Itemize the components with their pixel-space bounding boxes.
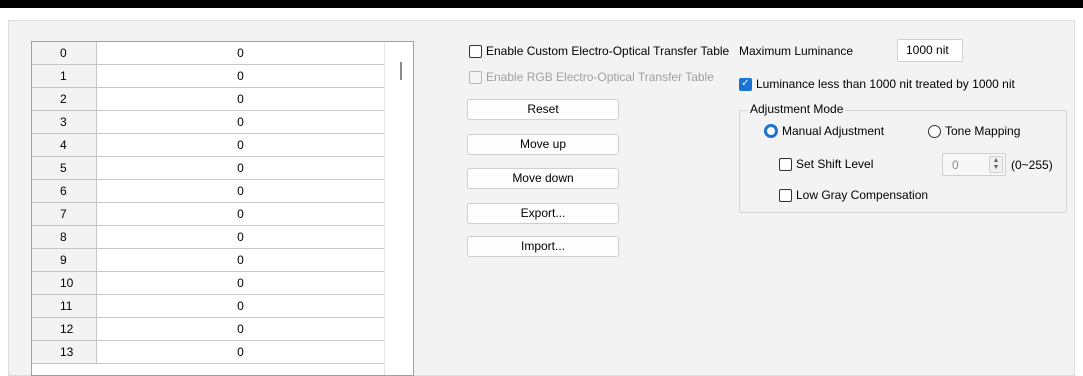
checkbox-box[interactable] — [779, 157, 792, 171]
row-value-cell[interactable]: 0 — [97, 88, 384, 110]
row-value-cell[interactable]: 0 — [97, 42, 384, 64]
row-index-cell: 13 — [32, 341, 97, 363]
luminance-treat-checkbox[interactable]: ✓ Luminance less than 1000 nit treated b… — [739, 77, 1015, 91]
row-value-cell[interactable]: 0 — [97, 249, 384, 271]
luminance-treat-label: Luminance less than 1000 nit treated by … — [756, 77, 1015, 91]
set-shift-level-label: Set Shift Level — [796, 157, 874, 171]
enable-custom-eotf-checkbox[interactable]: Enable Custom Electro-Optical Transfer T… — [469, 44, 729, 58]
tone-mapping-label: Tone Mapping — [945, 124, 1021, 138]
manual-adjustment-radio[interactable]: Manual Adjustment — [764, 124, 884, 138]
import-button[interactable]: Import... — [467, 236, 619, 257]
max-luminance-label: Maximum Luminance — [739, 44, 854, 58]
checkbox-box[interactable] — [779, 188, 792, 202]
set-shift-level-checkbox[interactable]: Set Shift Level — [779, 157, 873, 171]
row-value-cell[interactable]: 0 — [97, 272, 384, 294]
row-index-cell: 4 — [32, 134, 97, 156]
row-value-cell[interactable]: 0 — [97, 341, 384, 363]
row-index-cell: 7 — [32, 203, 97, 225]
row-index-cell: 3 — [32, 111, 97, 133]
export-button[interactable]: Export... — [467, 203, 619, 224]
manual-adjustment-label: Manual Adjustment — [782, 124, 885, 138]
row-value-cell[interactable]: 0 — [97, 203, 384, 225]
table-row[interactable]: 30 — [32, 111, 384, 134]
table-grid: 0 0 1 0 2 0 3 0 4 0 5 0 6 0 7 0 8 0 9 0 10 0 11 0 12 0 13 0 — [32, 42, 384, 364]
low-gray-compensation-label: Low Gray Compensation — [796, 188, 929, 202]
table-row[interactable]: 40 — [32, 134, 384, 157]
row-value-cell[interactable]: 0 — [97, 180, 384, 202]
low-gray-compensation-checkbox[interactable]: Low Gray Compensation — [779, 188, 928, 202]
row-index-cell: 6 — [32, 180, 97, 202]
table-row[interactable]: 90 — [32, 249, 384, 272]
move-down-button[interactable]: Move down — [467, 168, 619, 189]
row-index-cell: 12 — [32, 318, 97, 340]
shift-level-spinbox[interactable]: 0 ▲ ▼ — [942, 153, 1006, 176]
row-value-cell[interactable]: 0 — [97, 295, 384, 317]
table-row[interactable]: 11 0 — [32, 295, 384, 318]
row-index-cell: 0 — [32, 42, 97, 64]
table-row[interactable]: 00 — [32, 42, 384, 65]
table-row[interactable]: 12 0 — [32, 318, 384, 341]
table-row[interactable]: 60 — [32, 180, 384, 203]
window-top-border — [0, 0, 1083, 8]
row-index-cell: 2 — [32, 88, 97, 110]
move-up-button[interactable]: Move up — [467, 134, 619, 155]
check-icon[interactable]: ✓ — [739, 77, 752, 91]
eotf-table[interactable]: 0 0 1 0 2 0 3 0 4 0 5 0 6 0 7 0 8 0 9 0 10 0 11 0 12 0 13 0 — [31, 41, 414, 376]
scrollbar-thumb[interactable] — [400, 62, 402, 80]
row-value-cell[interactable]: 0 — [97, 111, 384, 133]
shift-level-value: 0 — [952, 158, 959, 172]
row-value-cell[interactable]: 0 — [97, 318, 384, 340]
reset-button[interactable]: Reset — [467, 99, 619, 120]
row-value-cell[interactable]: 0 — [97, 134, 384, 156]
checkbox-box[interactable] — [469, 70, 482, 84]
table-scrollbar[interactable] — [384, 42, 413, 375]
row-index-cell: 11 — [32, 295, 97, 317]
radio-selected-icon[interactable] — [764, 124, 778, 138]
row-index-cell: 5 — [32, 157, 97, 179]
table-row[interactable]: 10 0 — [32, 272, 384, 295]
radio-unselected-icon[interactable] — [928, 124, 941, 138]
enable-rgb-eotf-label: Enable RGB Electro-Optical Transfer Tabl… — [486, 70, 714, 84]
table-row[interactable]: 13 0 — [32, 341, 384, 364]
checkbox-box[interactable] — [469, 44, 482, 58]
row-value-cell[interactable]: 0 — [97, 65, 384, 87]
table-row[interactable]: 20 — [32, 88, 384, 111]
adjustment-mode-title: Adjustment Mode — [748, 102, 846, 116]
row-index-cell: 1 — [32, 65, 97, 87]
row-index-cell: 10 — [32, 272, 97, 294]
row-index-cell: 9 — [32, 249, 97, 271]
enable-custom-eotf-label: Enable Custom Electro-Optical Transfer T… — [486, 44, 730, 58]
spin-arrows-icon[interactable]: ▲ ▼ — [989, 156, 1003, 173]
row-index-cell: 8 — [32, 226, 97, 248]
shift-range-label: (0~255) — [1011, 158, 1053, 172]
row-value-cell[interactable]: 0 — [97, 226, 384, 248]
tone-mapping-radio[interactable]: Tone Mapping — [928, 124, 1020, 138]
table-row[interactable]: 10 — [32, 65, 384, 88]
max-luminance-input[interactable]: 1000 nit — [897, 39, 963, 62]
row-value-cell[interactable]: 0 — [97, 157, 384, 179]
table-row[interactable]: 80 — [32, 226, 384, 249]
table-row[interactable]: 50 — [32, 157, 384, 180]
enable-rgb-eotf-checkbox[interactable]: Enable RGB Electro-Optical Transfer Tabl… — [469, 70, 714, 84]
table-row[interactable]: 70 — [32, 203, 384, 226]
